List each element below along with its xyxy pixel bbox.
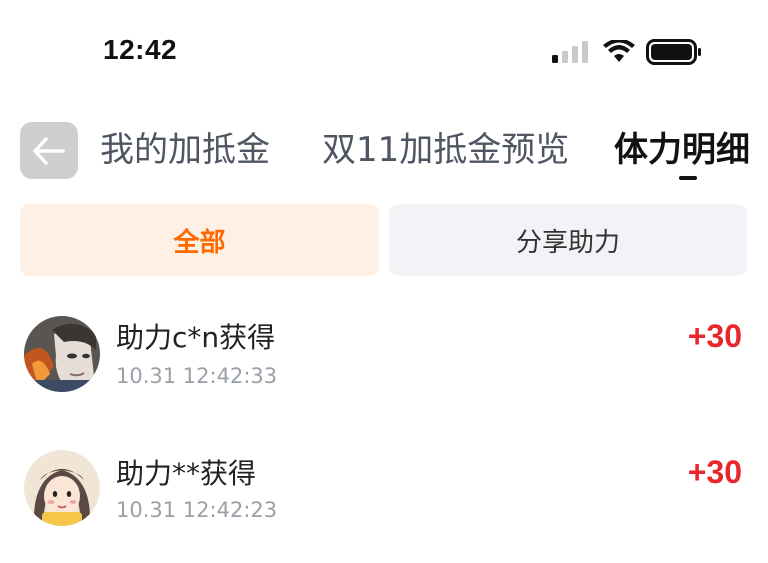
tab-stamina-details[interactable]: 体力明细 bbox=[614, 128, 750, 172]
wifi-icon bbox=[603, 40, 635, 62]
filter-share-assist-button[interactable]: 分享助力 bbox=[389, 204, 747, 276]
record-timestamp: 10.31 12:42:33 bbox=[116, 364, 278, 388]
record-title: 助力**获得 bbox=[116, 457, 257, 490]
cartoon-girl-avatar-icon bbox=[24, 450, 100, 526]
screen: 12:42 我的加抵金 双11加抵金预览 体力明细 全部 分享助力 助力c*n获… bbox=[0, 0, 768, 563]
status-icons bbox=[552, 38, 702, 66]
list-item: 助力**获得 10.31 12:42:23 +30 bbox=[0, 436, 768, 556]
arrow-left-icon bbox=[33, 136, 65, 165]
record-title: 助力c*n获得 bbox=[116, 321, 276, 354]
record-amount: +30 bbox=[687, 318, 742, 354]
record-amount: +30 bbox=[687, 454, 742, 490]
anime-male-avatar-icon bbox=[24, 316, 100, 392]
list-item: 助力c*n获得 10.31 12:42:33 +30 bbox=[0, 300, 768, 420]
active-tab-indicator bbox=[679, 176, 697, 180]
tab-double11-preview[interactable]: 双11加抵金预览 bbox=[322, 128, 569, 172]
battery-icon bbox=[646, 39, 701, 65]
filter-all-button[interactable]: 全部 bbox=[20, 204, 379, 276]
tab-my-deduction[interactable]: 我的加抵金 bbox=[100, 128, 270, 172]
status-time: 12:42 bbox=[103, 34, 178, 65]
back-button[interactable] bbox=[20, 122, 78, 179]
cellular-signal-icon bbox=[552, 41, 588, 63]
record-timestamp: 10.31 12:42:23 bbox=[116, 498, 278, 522]
